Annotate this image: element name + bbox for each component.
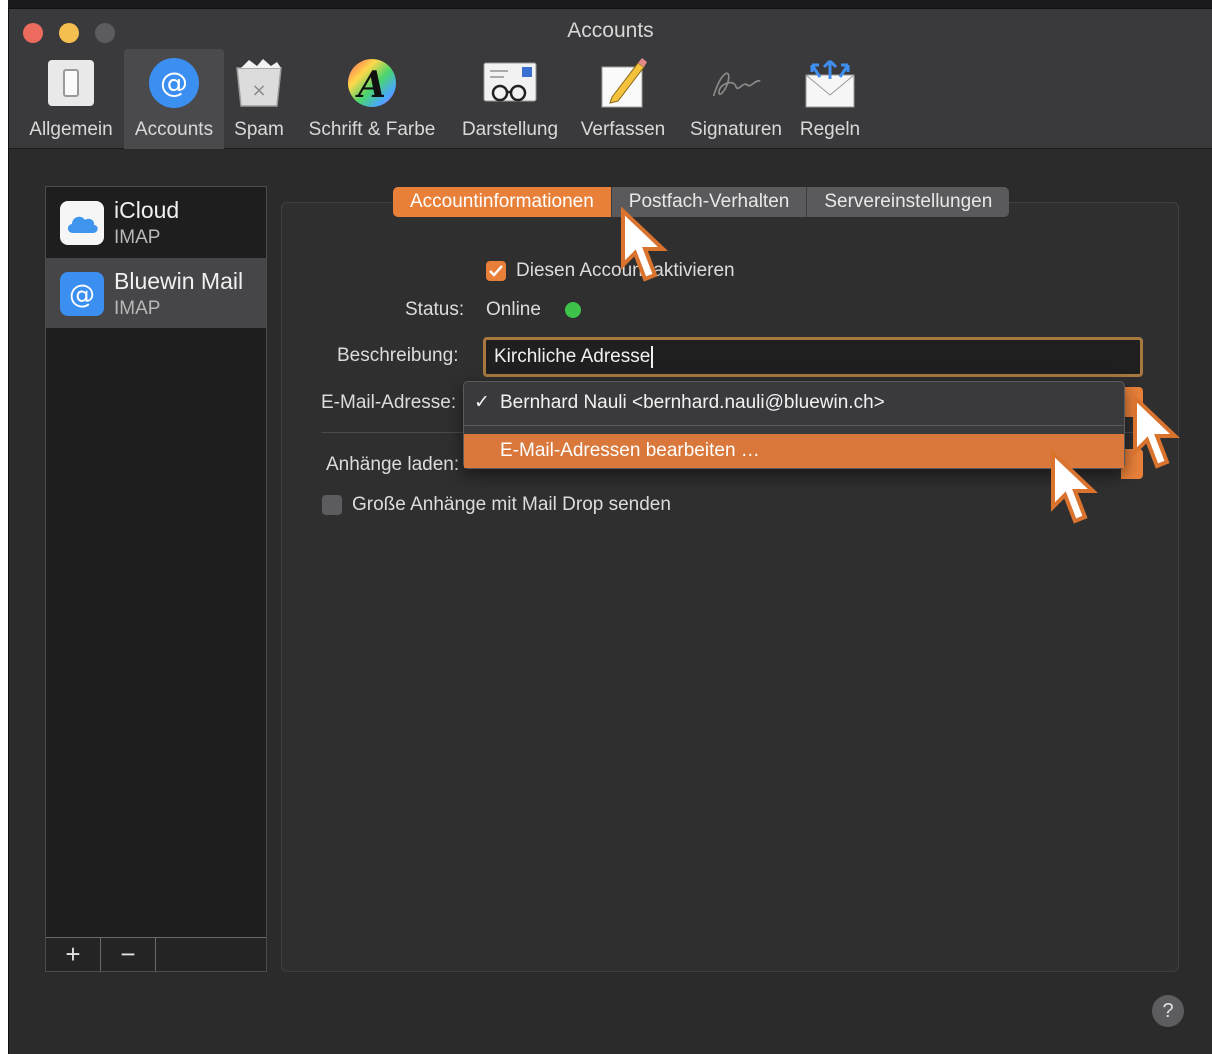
enable-account-checkbox[interactable] [486,261,506,281]
mail-drop-checkbox[interactable] [322,495,342,515]
account-type: IMAP [114,298,161,319]
icloud-icon [60,201,104,245]
text-caret [651,345,654,368]
email-address-label: E-Mail-Adresse: [321,392,457,413]
account-type: IMAP [114,227,161,248]
menu-item-label: E-Mail-Adressen bearbeiten … [500,440,760,461]
rules-envelope-icon [802,55,858,111]
cursor-arrow-icon [621,207,669,282]
description-label: Beschreibung: [337,345,459,366]
signature-icon [708,55,764,111]
mail-drop-label: Große Anhänge mit Mail Drop senden [352,494,671,515]
attachments-label: Anhänge laden: [326,454,460,475]
account-item-bluewin[interactable]: @ Bluewin Mail IMAP [46,258,266,328]
account-item-icloud[interactable]: iCloud IMAP [46,187,266,257]
account-name: Bluewin Mail [114,268,244,294]
toolbar-label: Signaturen [690,119,782,140]
svg-text:×: × [251,80,266,101]
trash-icon: × [231,55,287,111]
tab-servereinstellungen[interactable]: Servereinstellungen [807,187,1010,217]
checkmark-icon [489,265,503,277]
sidebar-footer: + − [46,937,266,971]
toolbar-label: Darstellung [461,119,559,140]
tab-accountinformationen[interactable]: Accountinformationen [393,187,612,217]
switch-icon [43,55,99,111]
menu-item-label: Bernhard Nauli <bernhard.nauli@bluewin.c… [500,392,885,413]
menu-item-email-address[interactable]: ✓ Bernhard Nauli <bernhard.nauli@bluewin… [464,386,1124,420]
svg-text:A: A [355,64,386,106]
svg-text:@: @ [160,66,188,99]
pencil-paper-icon [595,55,651,111]
description-field[interactable]: Kirchliche Adresse [483,337,1143,377]
at-icon: @ [60,272,104,316]
status-value: Online [486,299,541,320]
email-address-dropdown-menu: ✓ Bernhard Nauli <bernhard.nauli@bluewin… [463,381,1125,469]
cursor-hand-icon [1133,394,1181,469]
toolbar-label: Schrift & Farbe [308,119,436,140]
toolbar-item-regeln[interactable]: Regeln [795,49,865,149]
desktop-margin [0,0,8,1054]
toolbar-item-darstellung[interactable]: Darstellung [455,49,565,149]
help-button[interactable]: ? [1152,995,1184,1027]
toolbar-item-verfassen[interactable]: Verfassen [575,49,671,149]
preferences-window: Accounts Allgemein @ Accounts × Spam A S… [8,8,1212,1054]
menu-item-edit-addresses[interactable]: E-Mail-Adressen bearbeiten … [464,434,1124,468]
toolbar-item-signaturen[interactable]: Signaturen [683,49,789,149]
toolbar-label: Accounts [134,119,214,140]
status-online-indicator [565,302,581,318]
font-color-icon: A [344,55,400,111]
accounts-list: iCloud IMAP @ Bluewin Mail IMAP + − [45,186,267,972]
add-account-button[interactable]: + [46,938,101,971]
at-icon: @ [146,55,202,111]
toolbar-item-schrift-farbe[interactable]: A Schrift & Farbe [299,49,445,149]
remove-account-button[interactable]: − [101,938,156,971]
account-name: iCloud [114,197,180,223]
toolbar-label: Allgemein [29,119,113,140]
titlebar: Accounts Allgemein @ Accounts × Spam A S… [9,9,1212,149]
description-value: Kirchliche Adresse [494,346,651,367]
cursor-arrow-icon [1051,449,1099,524]
toolbar-label: Verfassen [580,119,666,140]
svg-text:@: @ [69,280,95,310]
window-title: Accounts [567,19,654,42]
status-label: Status: [405,299,465,320]
tab-bar: Accountinformationen Postfach-Verhalten … [393,187,1010,217]
checkmark-icon: ✓ [474,392,490,413]
menu-separator [464,425,1124,426]
toolbar-label: Regeln [799,119,861,140]
toolbar-item-spam[interactable]: × Spam [227,49,291,149]
toolbar-item-allgemein[interactable]: Allgemein [21,49,121,149]
toolbar-item-accounts[interactable]: @ Accounts [124,49,224,149]
desktop-background [0,0,1212,8]
glasses-letter-icon [482,55,538,111]
toolbar-label: Spam [234,119,284,140]
